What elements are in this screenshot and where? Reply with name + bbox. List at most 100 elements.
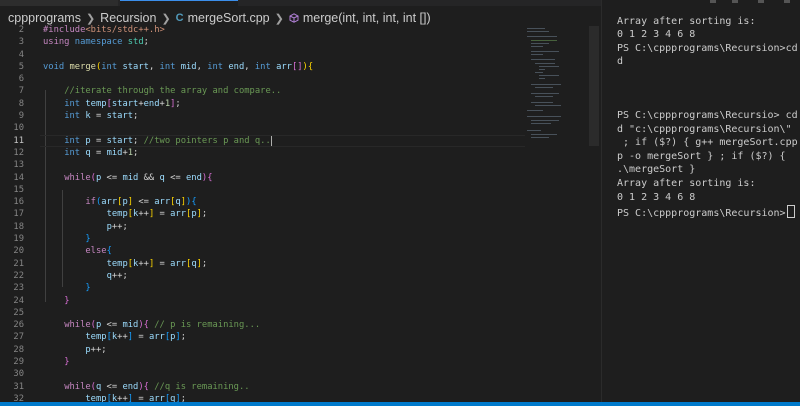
line-number: 13 [13,160,24,171]
code-line: 8 int temp[start+end+1]; [0,98,601,110]
code-line: 30 [0,368,601,380]
code-text: //iterate through the array and compare.… [64,86,282,97]
terminal-line: p -o mergeSort } ; if ($?) { [617,151,786,162]
code-area[interactable]: 2 #include<bits/stdc++.h> 3 using namespac… [0,24,601,405]
code-line: 16 if(arr[p] <= arr[q]){ [0,196,601,208]
code-text: while(p <= mid && q <= end){ [64,172,213,183]
terminal-line: Array after sorting is: [617,178,756,189]
terminal-cursor [786,205,795,218]
line-number: 9 [18,111,24,122]
code-line: 29 } [0,356,601,368]
line-number: 25 [13,307,24,318]
line-number: 3 [18,37,24,48]
code-text: } [85,234,91,245]
method-cube-icon [289,13,299,23]
vertical-scrollbar[interactable] [586,26,600,406]
tab-strip [0,0,601,6]
code-line: 10 [0,122,601,134]
line-number: 12 [13,147,24,158]
code-line: 13 [0,159,601,171]
line-number: 29 [13,357,24,368]
code-text: temp[k++] = arr[q]; [106,258,208,269]
tab-inactive[interactable] [0,0,118,6]
code-text: temp[k++] = arr[p]; [85,332,187,343]
terminal-line: Array after sorting is: [617,16,756,27]
terminal-line: d [617,56,624,67]
code-text: else{ [85,246,112,257]
scrollbar-thumb[interactable] [589,26,599,146]
code-text: int q = mid+1; [64,147,139,158]
line-number: 6 [18,74,24,85]
line-number: 31 [13,381,24,392]
code-line: 15 [0,184,601,196]
line-number: 30 [13,369,24,380]
code-line: 6 [0,73,601,85]
status-bar[interactable] [0,402,800,406]
line-number: 17 [13,209,24,220]
line-number: 4 [18,49,24,60]
line-number: 24 [13,295,24,306]
line-number: 22 [13,270,24,281]
terminal-line: 0 1 2 3 4 6 8 [617,192,696,203]
code-line-active: 11 int p = start; //two pointers p and q… [0,134,601,148]
terminal-line: .\mergeSort } [617,164,696,175]
code-line: 9 int k = start; [0,110,601,122]
breadcrumb-folder[interactable]: cppprograms [8,11,81,25]
code-line: 14 while(p <= mid && q <= end){ [0,172,601,184]
code-text: } [85,283,91,294]
terminal-prompt: PS C:\cppprograms\Recursion> [617,208,786,219]
code-line: 18 p++; [0,221,601,233]
chevron-right-icon: ❯ [85,12,96,25]
tab-mergesort-active[interactable] [120,0,238,6]
code-line: 28 p++; [0,344,601,356]
code-text: int temp[start+end+1]; [64,98,181,109]
code-text: if(arr[p] <= arr[q]){ [85,197,197,208]
code-line: 12 int q = mid+1; [0,147,601,159]
code-line: 24 } [0,295,601,307]
minimap[interactable] [525,26,585,146]
code-text: using namespace std; [43,37,149,48]
line-number: 8 [18,98,24,109]
code-text: while(q <= end){ //q is remaining.. [64,381,250,392]
terminal-toolbar [602,0,800,8]
code-text: while(p <= mid){ // p is remaining... [64,320,261,331]
line-number: 16 [13,197,24,208]
editor-pane[interactable]: cppprograms ❯ Recursion ❯ C mergeSort.cp… [0,0,601,406]
terminal-panel[interactable]: Array after sorting is: 0 1 2 3 4 6 8 PS… [602,0,800,406]
breadcrumb-symbol[interactable]: merge(int, int, int, int []) [303,11,431,25]
line-number: 18 [13,221,24,232]
code-line: 20 else{ [0,245,601,257]
line-number: 14 [13,172,24,183]
breadcrumb-subfolder[interactable]: Recursion [100,11,156,25]
terminal-prompt-line[interactable]: PS C:\cppprograms\Recursion> [617,205,795,220]
line-number: 20 [13,246,24,257]
code-line: 27 temp[k++] = arr[p]; [0,331,601,343]
code-text: } [64,357,70,368]
code-text: q++; [106,270,128,281]
code-text: } [64,295,70,306]
line-number: 11 [13,135,24,146]
cpp-file-icon: C [175,12,184,24]
line-number: 19 [13,234,24,245]
line-number: 26 [13,320,24,331]
terminal-line: 0 1 2 3 4 6 8 [617,29,696,40]
chevron-right-icon: ❯ [161,12,171,25]
code-line: 22 q++; [0,270,601,282]
code-text: p++; [85,344,107,355]
terminal-line: PS C:\cppprograms\Recursio> cd [617,110,798,121]
line-number: 27 [13,332,24,343]
line-number: 5 [18,61,24,72]
code-line: 25 [0,307,601,319]
code-line: 4 [0,49,601,61]
code-line: 23 } [0,282,601,294]
code-line: 3 using namespace std; [0,36,601,48]
code-line: 19 } [0,233,601,245]
code-text: temp[k++] = arr[p]; [106,209,208,220]
code-text: int p = start; //two pointers p and q.. [64,135,272,146]
line-number: 21 [13,258,24,269]
code-text: void merge(int start, int mid, int end, … [43,61,314,72]
breadcrumb-file[interactable]: mergeSort.cpp [188,11,270,25]
line-number: 10 [13,123,24,134]
terminal-line: ; if ($?) { g++ mergeSort.cpp [617,137,798,148]
code-line: 17 temp[k++] = arr[p]; [0,208,601,220]
